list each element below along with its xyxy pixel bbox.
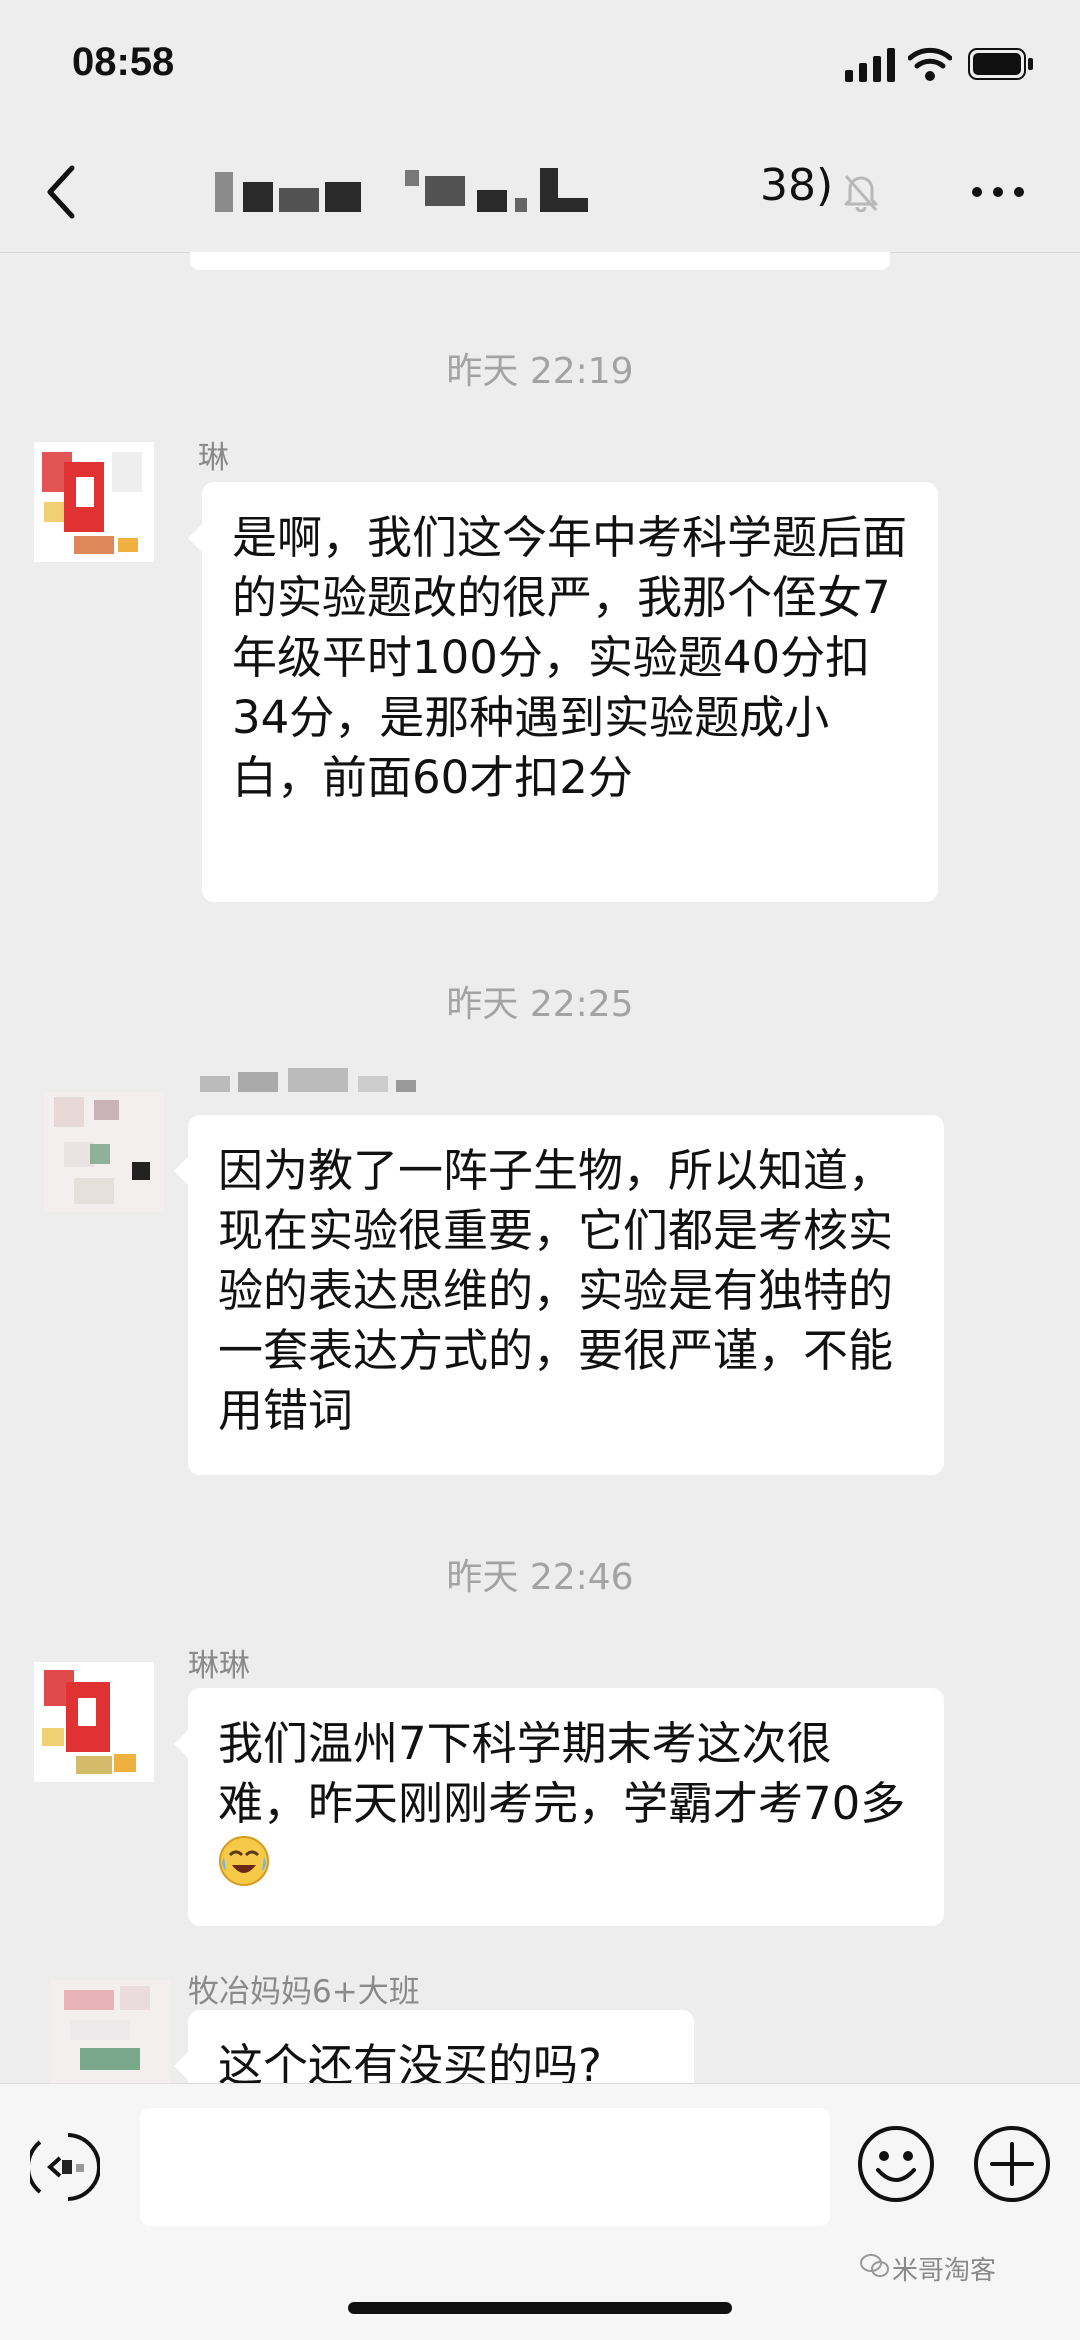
timestamp: 昨天 22:25 [446,984,634,1025]
signal-icon [845,48,895,82]
timestamp: 昨天 22:19 [446,351,634,392]
chat-title-pixelated [215,168,635,216]
wechat-icon [860,2254,889,2277]
avatar[interactable] [44,1092,164,1212]
voice-icon[interactable] [30,2130,100,2204]
status-time: 08:58 [72,40,175,84]
watermark: 米哥淘客 [892,2256,997,2286]
mute-icon [844,175,878,212]
message-bubble[interactable]: 因为教了一阵子生物，所以知道，现在实验很重要，它们都是考核实验的表达思维的，实验… [174,1115,944,1475]
timestamp: 昨天 22:46 [446,1557,634,1598]
input-bar: 米哥淘客 [0,2083,1080,2340]
message-clip: 这个还有没买的吗? [0,2010,1080,2083]
wifi-icon [908,47,952,81]
message-input[interactable] [140,2108,830,2226]
sender-name: 琳琳 [188,1648,250,1684]
back-icon[interactable] [42,162,82,222]
sender-name: 琳 [198,440,229,476]
message-text: 我们温州7下科学期末考这次很难，昨天刚刚考完，学霸才考70多 [218,1717,906,1830]
status-bar: 08:58 [0,0,1080,130]
plus-icon[interactable] [972,2124,1052,2204]
home-indicator [348,2302,732,2314]
crying-laughing-emoji-icon [219,1836,269,1886]
message-bubble[interactable]: 是啊，我们这今年中考科学题后面的实验题改的很严，我那个侄女7年级平时100分，实… [188,482,938,902]
chat-header: 38) [0,140,1080,250]
message-bubble[interactable]: 这个还有没买的吗? [174,2010,694,2083]
avatar[interactable] [34,1662,154,1782]
sender-name-pixelated [198,1068,428,1096]
battery-icon [968,48,1033,80]
previous-message-bubble [190,252,890,270]
message-bubble[interactable]: 我们温州7下科学期末考这次很难，昨天刚刚考完，学霸才考70多 [174,1688,944,1926]
avatar[interactable] [34,442,154,562]
chat-title-member-count: 38) [760,160,834,211]
sender-name: 牧冶妈妈6+大班 [188,1974,420,2010]
more-icon[interactable] [970,182,1026,202]
emoji-icon[interactable] [856,2124,936,2204]
